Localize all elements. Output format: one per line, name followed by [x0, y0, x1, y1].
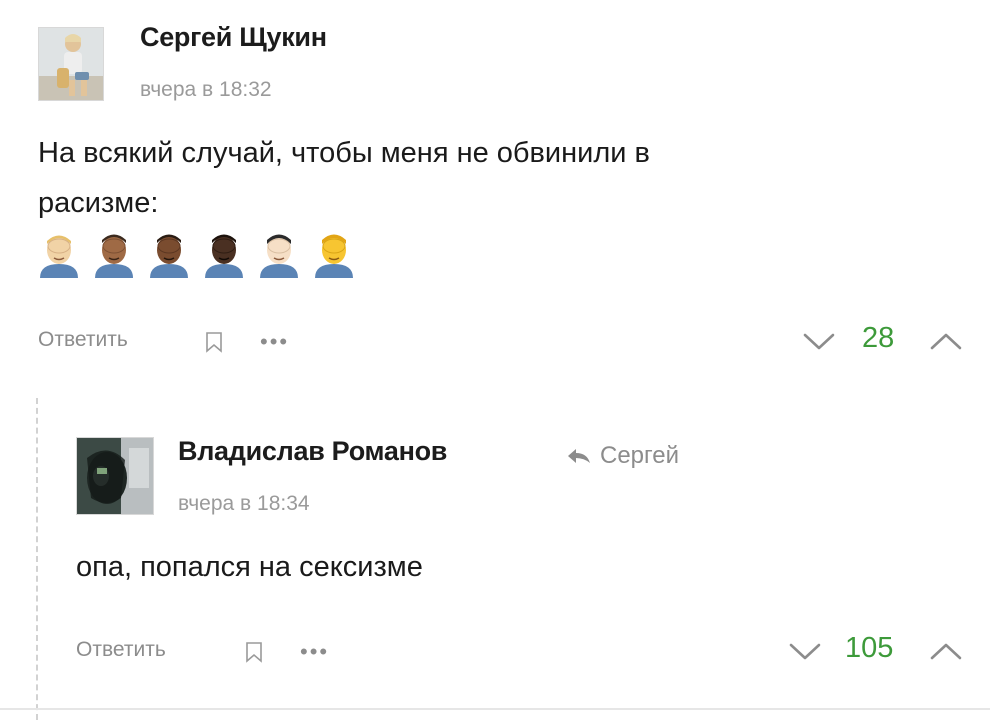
upvote-icon[interactable]	[929, 641, 963, 661]
reply-to-link[interactable]: Сергей	[566, 442, 679, 470]
comment-time: вчера в 18:34	[178, 492, 310, 515]
thread-line	[36, 398, 38, 720]
facepalm-yellow-icon	[315, 234, 353, 278]
downvote-icon[interactable]	[788, 641, 822, 661]
facepalm-medium-icon	[95, 234, 133, 278]
divider	[0, 708, 990, 710]
avatar[interactable]	[76, 437, 154, 515]
more-icon[interactable]: •••	[300, 641, 329, 663]
avatar-photo	[77, 438, 153, 514]
reply-button[interactable]: Ответить	[76, 638, 166, 662]
reply-button[interactable]: Ответить	[38, 328, 128, 352]
downvote-icon[interactable]	[802, 331, 836, 351]
comment-text: На всякий случай, чтобы меня не обвинили…	[38, 128, 650, 228]
comment-author[interactable]: Сергей Щукин	[140, 22, 327, 53]
avatar[interactable]	[38, 27, 104, 101]
bookmark-icon[interactable]	[205, 331, 223, 353]
comment-author[interactable]: Владислав Романов	[178, 436, 447, 467]
bookmark-icon[interactable]	[245, 641, 263, 663]
more-icon[interactable]: •••	[260, 331, 289, 353]
facepalm-asian-icon	[260, 234, 298, 278]
facepalm-medium-dark-icon	[150, 234, 188, 278]
comment-text: опа, попался на сексизме	[76, 551, 423, 583]
emoji-row	[38, 232, 355, 278]
facepalm-dark-icon	[205, 234, 243, 278]
reply-arrow-icon	[568, 449, 590, 463]
reply-to-name: Сергей	[600, 442, 680, 469]
comment-time: вчера в 18:32	[140, 78, 272, 101]
avatar-photo	[39, 28, 103, 100]
upvote-icon[interactable]	[929, 331, 963, 351]
comment-text-line: расизме:	[38, 187, 159, 219]
comment-score: 105	[845, 632, 894, 664]
comment-text-line: На всякий случай, чтобы меня не обвинили…	[38, 137, 650, 169]
comment-score: 28	[862, 322, 895, 354]
facepalm-light-icon	[40, 235, 78, 278]
